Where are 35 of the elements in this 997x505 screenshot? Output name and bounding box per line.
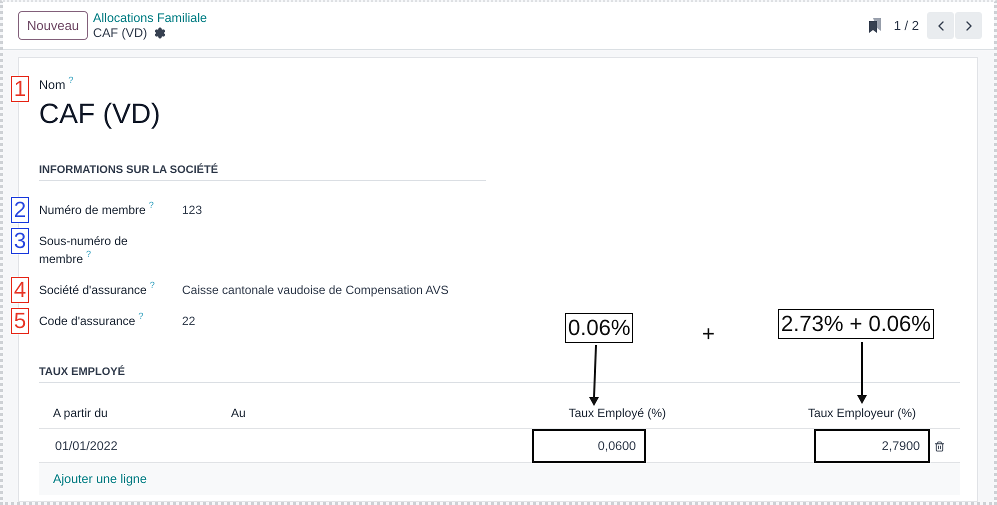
table-cell-text: 01/01/2022 [54, 438, 119, 455]
annotation-arrow [857, 342, 867, 404]
table-cell: 2,7900 [814, 429, 930, 463]
annotation-number: 3 [11, 228, 29, 254]
breadcrumb-link[interactable]: Allocations Familiale [93, 11, 207, 25]
add-line-link[interactable]: Ajouter une ligne [53, 472, 147, 486]
bookmarks-icon[interactable] [868, 18, 882, 33]
annotation-number: 5 [11, 308, 29, 334]
column-header[interactable]: Au [217, 406, 440, 420]
settings-icon[interactable] [154, 27, 166, 39]
annotation-number: 2 [11, 197, 29, 223]
annotation-arrow [589, 345, 599, 406]
section-heading: INFORMATIONS SUR LA SOCIÉTÉ [39, 164, 486, 181]
column-header[interactable]: A partir du [39, 406, 217, 420]
annotation-number: 1 [11, 76, 29, 102]
field-value: 123 [182, 202, 202, 219]
section-heading: TAUX EMPLOYÉ [39, 366, 960, 383]
field-label: Société d'assurance $^{?}$ [39, 281, 155, 299]
field-label: Numéro de membre $^{?}$ [39, 201, 154, 219]
annotation-box: 2.73% + 0.06% [778, 309, 934, 339]
field-label: Code d'assurance $^{?}$ [39, 312, 144, 330]
field-label: Sous-numéro de membre $^{?}$ [39, 233, 129, 268]
field-label: Nom [39, 78, 66, 92]
record-name: CAF (VD) [39, 98, 162, 130]
annotation-number: 4 [11, 277, 29, 303]
pager-counter[interactable]: 1 / 2 [894, 18, 919, 33]
table-cell: 0,0600 [532, 429, 646, 463]
field-value: 22 [182, 313, 196, 330]
column-header[interactable]: Taux Employé (%) [440, 406, 680, 420]
new-button[interactable]: Nouveau [18, 11, 88, 40]
column-header[interactable]: Taux Employeur (%) [680, 406, 930, 420]
field-value: Caisse cantonale vaudoise de Compensation AVS [182, 282, 449, 299]
delete-icon[interactable] [934, 440, 945, 452]
record-title: CAF (VD) [93, 26, 148, 40]
annotation-box: 0.06% [565, 313, 634, 343]
